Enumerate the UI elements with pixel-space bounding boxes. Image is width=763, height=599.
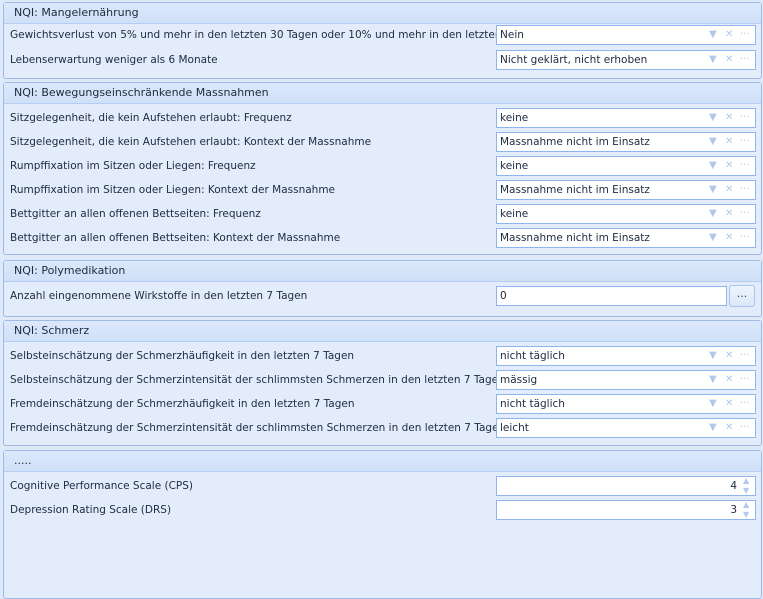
- chevron-down-icon[interactable]: ▼: [709, 229, 717, 247]
- dropdown-value: Nicht geklärt, nicht erhoben: [500, 54, 648, 66]
- dropdown-value: Nein: [500, 29, 524, 41]
- dropdown[interactable]: Massnahme nicht im Einsatz ▼ ✕ ···: [496, 132, 756, 152]
- field-label: Bettgitter an allen offenen Bettseiten: …: [10, 208, 261, 220]
- field-label: Cognitive Performance Scale (CPS): [10, 480, 194, 492]
- dropdown-value: keine: [500, 112, 529, 124]
- more-icon[interactable]: ···: [740, 157, 750, 175]
- group-panel: .....: [3, 450, 762, 599]
- more-icon[interactable]: ···: [740, 26, 750, 44]
- dropdown[interactable]: Massnahme nicht im Einsatz ▼ ✕ ···: [496, 180, 756, 200]
- field-label: Depression Rating Scale (DRS): [10, 504, 172, 516]
- field-label: Gewichtsverlust von 5% und mehr in den l…: [10, 29, 525, 41]
- more-icon[interactable]: ···: [740, 395, 750, 413]
- clear-icon[interactable]: ✕: [725, 371, 733, 389]
- dropdown[interactable]: leicht ▼ ✕ ···: [496, 418, 756, 438]
- dropdown[interactable]: Nicht geklärt, nicht erhoben ▼ ✕ ···: [496, 50, 756, 70]
- clear-icon[interactable]: ✕: [725, 109, 733, 127]
- field-label: Bettgitter an allen offenen Bettseiten: …: [10, 232, 341, 244]
- dropdown[interactable]: keine ▼ ✕ ···: [496, 204, 756, 224]
- text-input[interactable]: 0: [496, 286, 727, 306]
- clear-icon[interactable]: ✕: [725, 229, 733, 247]
- more-icon[interactable]: ···: [740, 347, 750, 365]
- clear-icon[interactable]: ✕: [725, 347, 733, 365]
- clear-icon[interactable]: ✕: [725, 26, 733, 44]
- field-label: Fremdeinschätzung der Schmerzintensität …: [10, 422, 506, 434]
- more-icon[interactable]: ···: [740, 229, 750, 247]
- dropdown-value: keine: [500, 160, 529, 172]
- dropdown[interactable]: Nein ▼ ✕ ···: [496, 25, 756, 45]
- dropdown-value: Massnahme nicht im Einsatz: [500, 184, 650, 196]
- clear-icon[interactable]: ✕: [725, 51, 733, 69]
- chevron-down-icon[interactable]: ▼: [709, 157, 717, 175]
- group-header[interactable]: NQI: Polymedikation: [4, 261, 761, 282]
- chevron-down-icon[interactable]: ▼: [709, 51, 717, 69]
- browse-button[interactable]: ...: [729, 285, 755, 307]
- field-label: Selbsteinschätzung der Schmerzintensität…: [10, 374, 505, 386]
- dropdown[interactable]: keine ▼ ✕ ···: [496, 156, 756, 176]
- more-icon[interactable]: ···: [740, 205, 750, 223]
- more-icon[interactable]: ···: [740, 181, 750, 199]
- more-icon[interactable]: ···: [740, 371, 750, 389]
- input-value: 0: [500, 290, 507, 302]
- field-label: Sitzgelegenheit, die kein Aufstehen erla…: [10, 112, 292, 124]
- more-icon[interactable]: ···: [740, 109, 750, 127]
- group-header[interactable]: NQI: Schmerz: [4, 321, 761, 342]
- dropdown[interactable]: keine ▼ ✕ ···: [496, 108, 756, 128]
- clear-icon[interactable]: ✕: [725, 395, 733, 413]
- group-header[interactable]: NQI: Mangelernährung: [4, 3, 761, 24]
- more-icon[interactable]: ···: [740, 419, 750, 437]
- group-header[interactable]: NQI: Bewegungseinschränkende Massnahmen: [4, 83, 761, 104]
- chevron-down-icon[interactable]: ▼: [709, 26, 717, 44]
- chevron-down-icon[interactable]: ▼: [709, 371, 717, 389]
- field-label: Fremdeinschätzung der Schmerzhäufigkeit …: [10, 398, 355, 410]
- spin-down-icon[interactable]: ▼: [743, 506, 749, 524]
- chevron-down-icon[interactable]: ▼: [709, 395, 717, 413]
- field-label: Selbsteinschätzung der Schmerzhäufigkeit…: [10, 350, 355, 362]
- chevron-down-icon[interactable]: ▼: [709, 109, 717, 127]
- dropdown-value: leicht: [500, 422, 529, 434]
- field-label: Anzahl eingenommene Wirkstoffe in den le…: [10, 290, 308, 302]
- chevron-down-icon[interactable]: ▼: [709, 181, 717, 199]
- dropdown-value: nicht täglich: [500, 398, 565, 410]
- chevron-down-icon[interactable]: ▼: [709, 419, 717, 437]
- chevron-down-icon[interactable]: ▼: [709, 205, 717, 223]
- spin-value: 4: [730, 480, 737, 492]
- dropdown[interactable]: mässig ▼ ✕ ···: [496, 370, 756, 390]
- dropdown-value: nicht täglich: [500, 350, 565, 362]
- more-icon[interactable]: ···: [740, 51, 750, 69]
- spin-input[interactable]: 3 ▲ ▼: [496, 500, 756, 520]
- dropdown[interactable]: Massnahme nicht im Einsatz ▼ ✕ ···: [496, 228, 756, 248]
- dropdown[interactable]: nicht täglich ▼ ✕ ···: [496, 346, 756, 366]
- spin-input[interactable]: 4 ▲ ▼: [496, 476, 756, 496]
- field-label: Lebenserwartung weniger als 6 Monate: [10, 54, 218, 66]
- field-label: Rumpffixation im Sitzen oder Liegen: Fre…: [10, 160, 256, 172]
- field-label: Rumpffixation im Sitzen oder Liegen: Kon…: [10, 184, 336, 196]
- clear-icon[interactable]: ✕: [725, 133, 733, 151]
- clear-icon[interactable]: ✕: [725, 157, 733, 175]
- more-icon[interactable]: ···: [740, 133, 750, 151]
- clear-icon[interactable]: ✕: [725, 205, 733, 223]
- group-header[interactable]: .....: [4, 451, 761, 472]
- dropdown-value: keine: [500, 208, 529, 220]
- chevron-down-icon[interactable]: ▼: [709, 133, 717, 151]
- dropdown-value: mässig: [500, 374, 538, 386]
- dropdown-value: Massnahme nicht im Einsatz: [500, 136, 650, 148]
- field-label: Sitzgelegenheit, die kein Aufstehen erla…: [10, 136, 372, 148]
- spin-value: 3: [730, 504, 737, 516]
- clear-icon[interactable]: ✕: [725, 419, 733, 437]
- clear-icon[interactable]: ✕: [725, 181, 733, 199]
- chevron-down-icon[interactable]: ▼: [709, 347, 717, 365]
- dropdown-value: Massnahme nicht im Einsatz: [500, 232, 650, 244]
- dropdown[interactable]: nicht täglich ▼ ✕ ···: [496, 394, 756, 414]
